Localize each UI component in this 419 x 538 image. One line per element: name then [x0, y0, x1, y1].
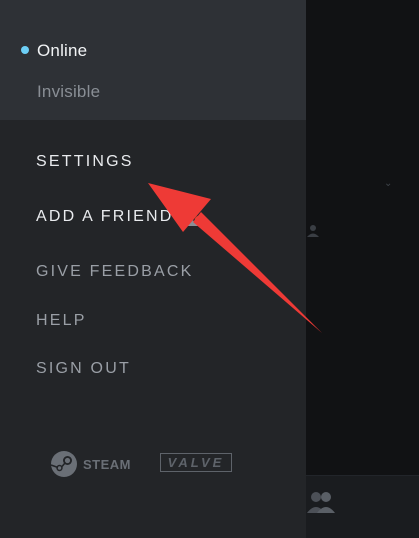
steam-logo-icon [50, 451, 77, 477]
status-section: Online Invisible [0, 0, 306, 120]
add-friend-icon [183, 206, 205, 226]
status-dot-icon [21, 46, 29, 54]
steam-logo-text: STEAM [83, 456, 131, 472]
add-friend-menu-item[interactable]: ADD A FRIEND [36, 208, 174, 226]
friend-icon [307, 225, 319, 237]
background-bottom-bar [306, 475, 419, 538]
give-feedback-menu-item[interactable]: GIVE FEEDBACK [36, 263, 194, 281]
sign-out-menu-item[interactable]: SIGN OUT [36, 360, 131, 378]
app-root: ⌄ Online Invisible SETTINGS ADD A FRIEND [0, 0, 419, 538]
valve-logo-text: VALVE [167, 455, 225, 470]
chevron-down-icon: ⌄ [384, 178, 393, 189]
help-menu-item[interactable]: HELP [36, 312, 87, 330]
status-invisible-option[interactable]: Invisible [37, 82, 100, 102]
background-app: ⌄ [306, 0, 419, 538]
user-dropdown-menu: Online Invisible SETTINGS ADD A FRIEND G… [0, 0, 306, 538]
steam-logo: STEAM [50, 450, 131, 478]
status-online-option[interactable]: Online [37, 41, 87, 61]
settings-menu-item[interactable]: SETTINGS [36, 153, 134, 171]
friends-group-icon[interactable] [306, 489, 336, 515]
valve-logo: VALVE [160, 453, 232, 472]
